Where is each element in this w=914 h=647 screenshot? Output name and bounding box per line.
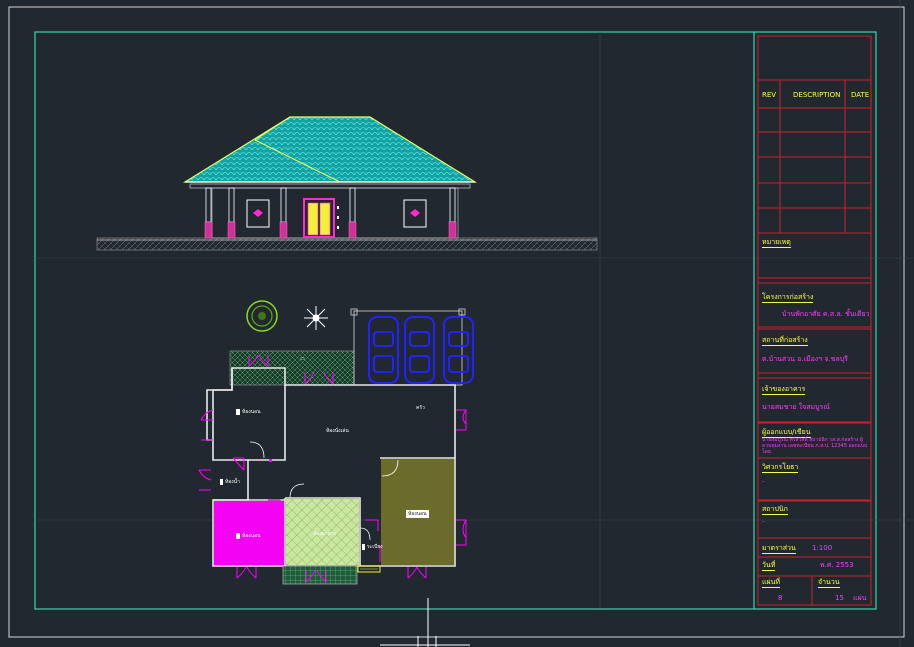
label-terrace: ระเบียง — [362, 543, 383, 551]
label-bath: ห้องน้ำ — [220, 478, 240, 486]
project-label: โครงการก่อสร้าง — [762, 293, 814, 303]
label-bedroom3-text: ห้องนอน — [408, 511, 427, 517]
sheet-outer-border — [8, 6, 905, 638]
title-block — [753, 32, 872, 609]
sheet-no-value: 8 — [778, 594, 783, 602]
column-bases — [204, 221, 457, 239]
house-elevation[interactable] — [96, 116, 598, 251]
date-label: วันที่ — [762, 561, 776, 571]
label-bath-text: ห้องน้ำ — [225, 479, 240, 485]
label-terrace-text: ระเบียง — [367, 544, 383, 550]
fascia — [189, 183, 471, 189]
sheet-no-label: แผ่นที่ — [762, 578, 781, 588]
date-value: พ.ศ. 2553 — [820, 561, 854, 569]
label-bedroom2: ห้องนอน — [236, 532, 261, 540]
label-bedroom2-text: ห้องนอน — [242, 533, 261, 539]
architect-value: - — [762, 518, 765, 526]
project-value: บ้านพักอาศัย ค.ส.ล. ชั้นเดียว — [782, 310, 870, 318]
label-walkway-mark: ▭ — [300, 356, 305, 362]
car-symbols — [368, 316, 474, 384]
label-bedroom3: ห้องนอน — [406, 510, 429, 518]
engineer-value: - — [762, 478, 765, 486]
sheet-total-label: จำนวน — [818, 578, 840, 588]
scale-value: 1:100 — [812, 544, 833, 552]
window-right-ornament — [410, 209, 420, 217]
label-dining: ห้องอาหาร — [313, 531, 337, 537]
sheet-total-unit: แผ่น — [853, 594, 867, 602]
location-label: สถานที่ก่อสร้าง — [762, 336, 808, 346]
remarks-label: หมายเหตุ — [762, 238, 791, 248]
architect-label: สถาปนิก — [762, 505, 788, 515]
floor-plan[interactable] — [198, 300, 474, 585]
designer-value: นายสมบูรณ์ ศรีสวัสดิ์ สถาปนิก วส.ส.ก่อสร… — [762, 437, 868, 455]
scale-label: มาตราส่วน — [762, 544, 796, 554]
label-living: ห้องนั่งเล่น — [326, 428, 349, 434]
columns — [205, 187, 456, 223]
front-door-left — [307, 202, 319, 236]
shrub-symbol — [246, 300, 278, 332]
description-header: DESCRIPTION — [793, 91, 841, 99]
engineer-label: วิศวกรโยธา — [762, 463, 799, 473]
label-bedroom1: ห้องนอน — [236, 408, 261, 416]
wall-lamps — [337, 206, 339, 229]
sheet-total-value: 15 — [835, 594, 844, 602]
label-bedroom1-text: ห้องนอน — [242, 409, 261, 415]
owner-value: นายสมชาย ใจสมบูรณ์ — [762, 403, 830, 411]
rev-header: REV — [762, 91, 777, 99]
column-marker — [269, 459, 272, 462]
date-header: DATE — [851, 91, 870, 99]
hip-roof — [182, 116, 478, 183]
location-value: ต.บ้านสวน อ.เมืองฯ จ.ชลบุรี — [762, 355, 848, 363]
label-kitchen: ครัว — [416, 405, 425, 411]
front-door-right — [319, 202, 331, 236]
palm-symbol — [304, 306, 328, 330]
owner-label: เจ้าของอาคาร — [762, 385, 806, 395]
window-left-ornament — [253, 209, 263, 217]
